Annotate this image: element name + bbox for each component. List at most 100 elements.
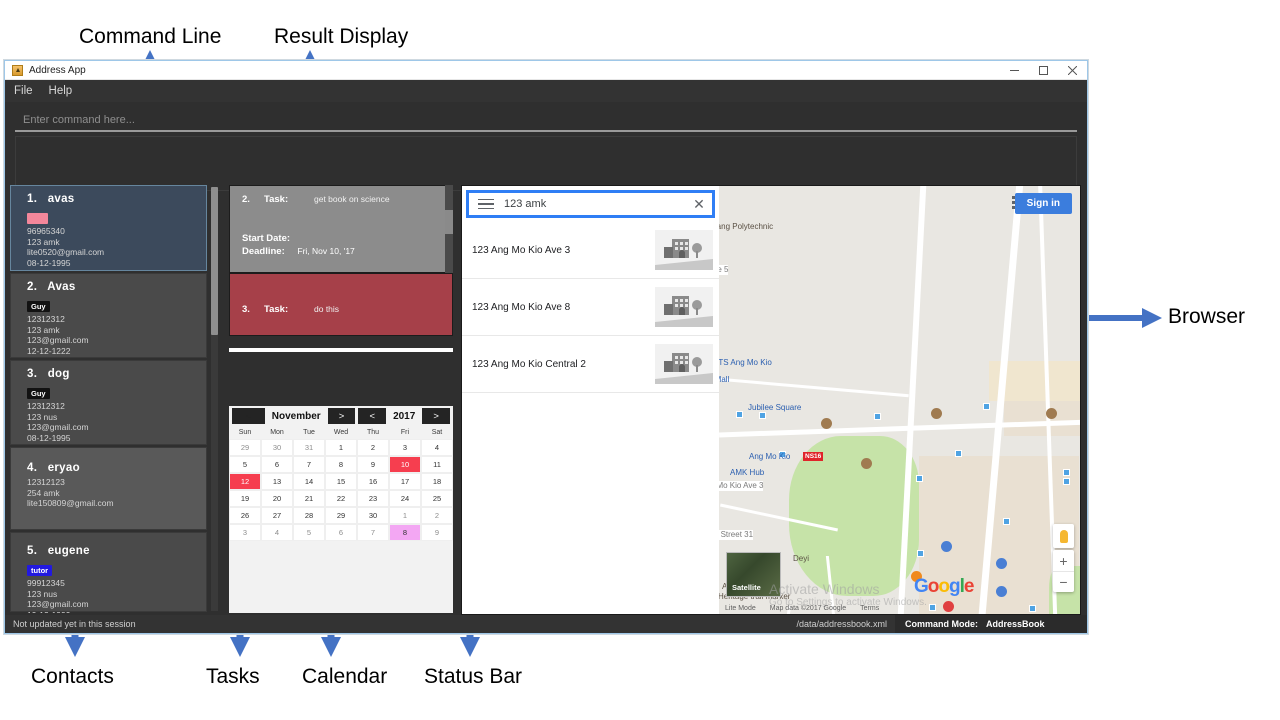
tasks-panel[interactable]: 2. Task: get book on science Start Date:… [229,185,453,346]
calendar-day-cell[interactable]: 8 [389,524,421,541]
calendar-dow-tue: Tue [293,426,325,439]
task-card-2[interactable]: 2. Task: get book on science Start Date:… [229,185,453,273]
calendar-day-cell[interactable]: 4 [421,439,453,456]
calendar-day-cell[interactable]: 7 [357,524,389,541]
search-result-item[interactable]: 123 Ang Mo Kio Ave 3 [462,222,719,279]
calendar-day-cell[interactable]: 11 [421,456,453,473]
calendar-day-cell[interactable]: 28 [293,507,325,524]
calendar-day-cell[interactable]: 18 [421,473,453,490]
command-mode-label: Command Mode: [905,619,978,629]
map-terms-link[interactable]: Terms [860,605,879,612]
calendar-day-cell[interactable]: 23 [357,490,389,507]
calendar-day-cell[interactable]: 16 [357,473,389,490]
calendar-day-cell[interactable]: 1 [389,507,421,524]
calendar-day-cell[interactable]: 17 [389,473,421,490]
calendar-day-cell[interactable]: 19 [229,490,261,507]
zoom-out-button[interactable]: − [1053,571,1074,592]
map-label: Deyi [793,554,810,563]
zoom-in-button[interactable]: + [1053,550,1074,571]
poi-marker [931,408,942,419]
calendar-day-cell[interactable]: 10 [389,456,421,473]
sign-in-button[interactable]: Sign in [1014,193,1072,214]
calendar-day-cell[interactable]: 5 [229,456,261,473]
calendar-day-cell[interactable]: 6 [325,524,357,541]
map-zoom-controls[interactable]: + − [1053,550,1074,592]
contact-card-4[interactable]: 4. eryao 12312123 254 amk lite150809@gma… [10,447,207,530]
contact-phone: 12312312 [27,314,65,324]
calendar-day-cell[interactable]: 15 [325,473,357,490]
calendar-day-cell[interactable]: 29 [229,439,261,456]
calendar-next-month-button[interactable]: > [327,408,356,424]
command-input[interactable]: Enter command here... [15,110,1077,132]
contact-card-3[interactable]: 3. dog Guy 12312312 123 nus 123@gmail.co… [10,360,207,445]
calendar-prev-month-button[interactable]: < [232,408,265,424]
hamburger-icon[interactable] [478,198,494,210]
contact-address: 123 amk [27,324,60,335]
contacts-list[interactable]: 1. avas guy 96965340 123 amk lite0520@gm… [10,185,207,613]
calendar-day-cell[interactable]: 27 [261,507,293,524]
calendar-day-cell[interactable]: 30 [261,439,293,456]
calendar-day-cell[interactable]: 22 [325,490,357,507]
calendar-month-label: November [271,410,321,422]
map-search-bar[interactable]: 123 amk ✕ [466,190,715,218]
result-thumbnail [655,344,713,384]
contact-card-2[interactable]: 2. Avas Guy 12312312 123 amk 123@gmail.c… [10,273,207,358]
map-label: AMK Hub [730,468,765,477]
calendar-day-cell[interactable]: 26 [229,507,261,524]
command-mode-indicator: Command Mode: AddressBook [895,615,1087,633]
calendar-day-cell[interactable]: 21 [293,490,325,507]
result-address: 123 Ang Mo Kio Ave 8 [472,301,571,313]
map-label: Ang Mo Kio [749,452,791,461]
panel-divider[interactable] [229,348,453,352]
calendar-day-cell[interactable]: 7 [293,456,325,473]
calendar-day-cell[interactable]: 9 [421,524,453,541]
calendar-day-cell[interactable]: 20 [261,490,293,507]
task-start-row: Start Date: [242,233,440,244]
calendar-day-cell[interactable]: 2 [421,507,453,524]
calendar-day-cell[interactable]: 9 [357,456,389,473]
calendar-day-cell[interactable]: 31 [293,439,325,456]
calendar-day-cell[interactable]: 29 [325,507,357,524]
maximize-button[interactable] [1029,61,1058,80]
poi-marker [996,586,1007,597]
calendar-day-cell[interactable]: 6 [261,456,293,473]
calendar-day-cell[interactable]: 3 [229,524,261,541]
calendar-day-cell[interactable]: 24 [389,490,421,507]
menu-item-help[interactable]: Help [49,85,73,97]
map-label: Djitsun Mall [719,375,730,384]
map-view[interactable]: Yio Chu KangSecondary SchoolNanyang Poly… [719,186,1080,614]
close-button[interactable] [1058,61,1087,80]
search-result-item[interactable]: 123 Ang Mo Kio Central 2 [462,336,719,393]
menu-item-file[interactable]: File [14,85,33,97]
calendar-prev-year-button[interactable]: < [358,408,387,424]
calendar-next-year-button[interactable]: > [422,408,450,424]
task-index: 3. [242,304,250,315]
calendar-day-cell[interactable]: 5 [293,524,325,541]
calendar-day-cell[interactable]: 14 [293,473,325,490]
contact-address: 123 nus [27,411,58,422]
contact-card-5[interactable]: 5. eugene tutor 99912345 123 nus 123@gma… [10,532,207,613]
calendar-grid[interactable]: 29 30 31 1 2 3 4 5 6 7 8 9 10 11 12 13 14 15 16 17 18 19 20 21 2… [229,439,453,541]
calendar-day-cell[interactable]: 30 [357,507,389,524]
calendar-day-cell[interactable]: 3 [389,439,421,456]
minimize-button[interactable] [1000,61,1029,80]
calendar-day-cell[interactable]: 4 [261,524,293,541]
calendar-day-cell[interactable]: 12 [229,473,261,490]
calendar-day-cell[interactable]: 25 [421,490,453,507]
search-result-item[interactable]: 123 Ang Mo Kio Ave 8 [462,279,719,336]
calendar-day-cell[interactable]: 8 [325,456,357,473]
tasks-scrollbar[interactable] [445,185,453,273]
task-card-3[interactable]: 3. Task: do this [229,273,453,336]
clear-search-icon[interactable]: ✕ [686,196,712,213]
contacts-scrollbar[interactable] [211,187,218,611]
calendar-day-cell[interactable]: 13 [261,473,293,490]
command-line-wrapper: Enter command here... [5,102,1087,132]
pegman-icon[interactable] [1053,524,1074,548]
calendar-day-cell[interactable]: 2 [357,439,389,456]
calendar-day-cell[interactable]: 1 [325,439,357,456]
search-input[interactable]: 123 amk [504,198,686,210]
tasks-scrollbar-thumb[interactable] [445,210,453,234]
contact-phone: 12312123 [27,477,65,487]
contacts-scrollbar-thumb[interactable] [211,187,218,335]
contact-card-1[interactable]: 1. avas guy 96965340 123 amk lite0520@gm… [10,185,207,271]
